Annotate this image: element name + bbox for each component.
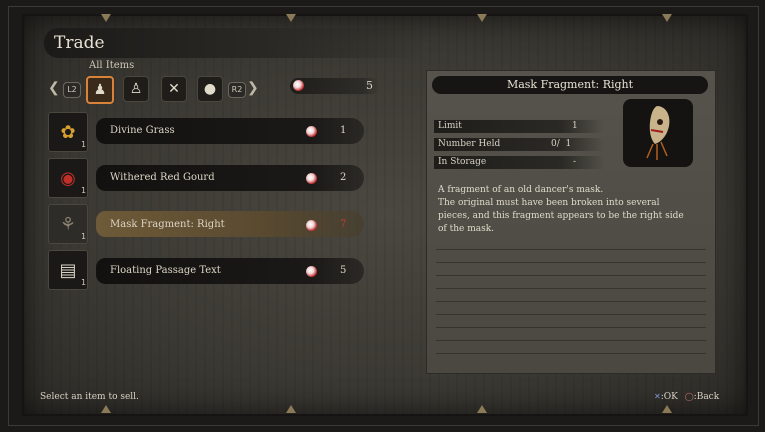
- chevron-left-icon[interactable]: ❮: [48, 80, 60, 96]
- button-prompts: ✕:OK ◯:Back: [654, 392, 719, 402]
- description-line: pieces, and this fragment appears to be …: [438, 211, 684, 221]
- description-line: The original must have been broken into …: [438, 198, 660, 208]
- category-label: All Items: [89, 60, 135, 71]
- currency-amount: 5: [366, 79, 373, 92]
- scroll-icon: ▤: [59, 259, 77, 281]
- item-quantity: 1: [81, 232, 87, 241]
- sen-coin-icon: [306, 220, 317, 231]
- sculptor-figure-icon: ♙: [129, 81, 143, 97]
- divider: [436, 288, 706, 289]
- grass-icon: ✿: [60, 121, 76, 143]
- mask-fragment-icon: ⚘: [59, 213, 77, 235]
- item-preview: [623, 99, 693, 167]
- item-quantity: 1: [81, 186, 87, 195]
- item-name: Divine Grass: [110, 125, 175, 136]
- chevron-right-icon[interactable]: ❯: [247, 80, 259, 96]
- stat-label: Number Held: [438, 139, 501, 149]
- item-quantity: 1: [81, 278, 87, 287]
- item-price: 5: [340, 265, 347, 276]
- item-price: 2: [340, 172, 347, 183]
- sen-coin-icon: [306, 266, 317, 277]
- r2-button-hint: R2: [228, 82, 246, 98]
- sen-coin-icon: [306, 126, 317, 137]
- divider: [436, 353, 706, 354]
- tab-prosthetic[interactable]: ♟: [86, 76, 114, 104]
- sack-icon: ●: [203, 81, 217, 97]
- circle-button-icon: ◯: [684, 392, 694, 401]
- footer-hint: Select an item to sell.: [40, 392, 139, 402]
- back-prompt[interactable]: :Back: [694, 392, 720, 402]
- ok-prompt[interactable]: :OK: [661, 392, 678, 402]
- item-price: 1: [340, 125, 347, 136]
- page-title: Trade: [54, 33, 105, 53]
- divider: [436, 275, 706, 276]
- stat-value: 1: [572, 121, 578, 131]
- tab-sculptor[interactable]: ♙: [123, 76, 149, 102]
- mask-fragment-icon: [646, 106, 670, 160]
- cross-button-icon: ✕: [654, 392, 661, 401]
- divider: [436, 340, 706, 341]
- sen-coin-icon: [306, 173, 317, 184]
- stat-label: Limit: [438, 121, 462, 131]
- divider: [436, 262, 706, 263]
- tab-sack[interactable]: ●: [197, 76, 223, 102]
- prosthetic-figure-icon: ♟: [93, 82, 107, 98]
- divider: [436, 301, 706, 302]
- item-quantity: 1: [81, 140, 87, 149]
- item-description: A fragment of an old dancer's mask. The …: [438, 184, 706, 236]
- stat-value: -: [573, 157, 577, 167]
- stat-value: 0/ 1: [551, 139, 572, 149]
- item-name: Withered Red Gourd: [110, 172, 215, 183]
- divider: [436, 314, 706, 315]
- detail-title: Mask Fragment: Right: [506, 78, 634, 91]
- divider: [436, 327, 706, 328]
- item-price: 7: [340, 219, 347, 230]
- tab-blade[interactable]: ✕: [161, 76, 187, 102]
- description-line: of the mask.: [438, 224, 495, 234]
- gourd-icon: ◉: [60, 167, 76, 189]
- item-name: Floating Passage Text: [110, 265, 221, 276]
- divider: [436, 249, 706, 250]
- l2-button-hint: L2: [63, 82, 81, 98]
- stat-label: In Storage: [438, 157, 487, 167]
- blade-icon: ✕: [168, 81, 180, 97]
- item-name: Mask Fragment: Right: [110, 219, 225, 230]
- sen-coin-icon: [293, 80, 304, 91]
- description-line: A fragment of an old dancer's mask.: [438, 185, 604, 195]
